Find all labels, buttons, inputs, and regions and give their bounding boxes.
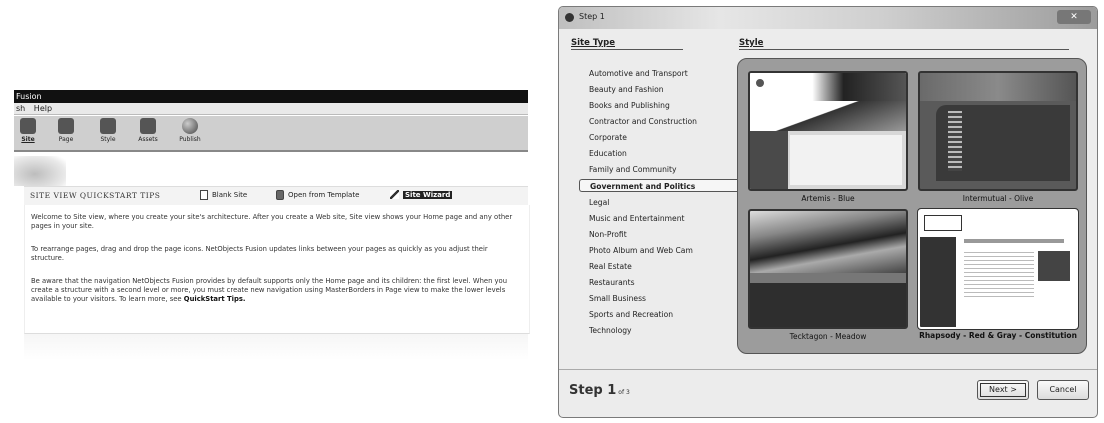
site-type-item[interactable]: Small Business <box>589 292 646 305</box>
divider <box>739 49 1069 50</box>
next-button[interactable]: Next > <box>977 380 1029 400</box>
site-canvas-graphic <box>14 156 66 186</box>
site-type-header: Site Type <box>571 38 616 48</box>
style-caption: Artemis - Blue <box>801 194 855 203</box>
site-type-item[interactable]: Education <box>589 147 627 160</box>
style-caption: Tecktagon - Meadow <box>789 332 867 341</box>
style-gallery: Artemis - Blue Intermutual - Olive Teckt… <box>737 58 1087 354</box>
assets-icon <box>140 118 156 134</box>
style-preview-image <box>748 71 908 191</box>
site-type-item[interactable]: Legal <box>589 196 609 209</box>
toolbar-publish-button[interactable]: Publish <box>178 118 202 143</box>
style-header: Style <box>739 38 764 48</box>
dialog-titlebar <box>559 7 1097 29</box>
publish-icon <box>182 118 198 134</box>
toolbar-label: Page <box>58 136 74 143</box>
site-icon <box>20 118 36 134</box>
window-title: Fusion <box>14 90 528 103</box>
tip-paragraph: Welcome to Site view, where you create y… <box>31 213 513 230</box>
style-preview-image <box>748 209 908 329</box>
site-wizard-link[interactable]: Site Wizard <box>390 190 453 199</box>
step-count: of 3 <box>618 389 630 396</box>
toolbar-label: Site <box>21 136 35 143</box>
cancel-button[interactable]: Cancel <box>1037 380 1089 400</box>
site-type-item[interactable]: Restaurants <box>589 276 635 289</box>
site-type-item[interactable]: Music and Entertainment <box>589 212 685 225</box>
tips-content: Welcome to Site view, where you create y… <box>24 205 530 334</box>
site-type-item[interactable]: Books and Publishing <box>589 99 670 112</box>
site-type-item[interactable]: Corporate <box>589 131 627 144</box>
canvas-area <box>24 334 528 360</box>
site-type-item[interactable]: Technology <box>589 324 632 337</box>
tip-paragraph: To rearrange pages, drag and drop the pa… <box>31 245 488 262</box>
step1-dialog: Step 1 ✕ Site Type Style Artemis - Blue … <box>558 6 1098 418</box>
style-caption: Intermutual - Olive <box>962 194 1034 203</box>
site-type-item[interactable]: Real Estate <box>589 260 632 273</box>
site-wizard-label: Site Wizard <box>403 190 453 199</box>
style-preview-image <box>917 208 1079 330</box>
view-toolbar: Site Page Style Assets Publish <box>14 116 528 152</box>
site-type-item[interactable]: Photo Album and Web Cam <box>589 244 693 257</box>
toolbar-label: Publish <box>179 136 201 143</box>
site-type-item[interactable]: Non-Profit <box>589 228 627 241</box>
toolbar-assets-button[interactable]: Assets <box>136 118 160 143</box>
site-type-item[interactable]: Automotive and Transport <box>589 67 688 80</box>
wand-icon <box>390 190 399 199</box>
footer-divider <box>559 369 1097 370</box>
site-type-item-selected[interactable]: Government and Politics <box>579 179 737 192</box>
toolbar-page-button[interactable]: Page <box>54 118 78 143</box>
site-type-item[interactable]: Contractor and Construction <box>589 115 697 128</box>
tip-paragraph-text: Be aware that the navigation NetObjects … <box>31 277 508 303</box>
quickstart-tips-link[interactable]: QuickStart Tips. <box>184 295 246 303</box>
site-type-item[interactable]: Family and Community <box>589 163 677 176</box>
blank-site-label: Blank Site <box>212 191 248 199</box>
style-preview-image <box>918 71 1078 191</box>
dialog-title: Step 1 <box>579 12 605 21</box>
blank-page-icon <box>200 190 208 200</box>
toolbar-style-button[interactable]: Style <box>96 118 120 143</box>
close-button[interactable]: ✕ <box>1057 10 1091 24</box>
tip-paragraph: Be aware that the navigation NetObjects … <box>31 277 521 304</box>
template-icon <box>276 190 284 200</box>
page-icon <box>58 118 74 134</box>
site-type-item[interactable]: Beauty and Fashion <box>589 83 664 96</box>
toolbar-site-button[interactable]: Site <box>16 118 40 143</box>
menu-bar: sh Help <box>14 103 528 115</box>
open-template-label: Open from Template <box>288 191 360 199</box>
site-type-item[interactable]: Sports and Recreation <box>589 308 673 321</box>
quickstart-tips-bar: SITE VIEW QUICKSTART TIPS Blank Site Ope… <box>24 186 528 206</box>
netobjects-window: Fusion sh Help Site Page Style Assets Pu… <box>14 90 530 360</box>
toolbar-label: Assets <box>138 136 158 143</box>
app-icon <box>565 13 574 22</box>
style-icon <box>100 118 116 134</box>
step-indicator: Step 1 of 3 <box>569 383 630 398</box>
menu-item-help[interactable]: Help <box>34 104 52 113</box>
open-template-link[interactable]: Open from Template <box>276 190 359 200</box>
step-label: Step 1 <box>569 383 617 398</box>
divider <box>571 49 683 50</box>
menu-item-sh[interactable]: sh <box>16 104 25 113</box>
tips-heading: SITE VIEW QUICKSTART TIPS <box>30 191 161 200</box>
style-caption: Rhapsody - Red & Gray - Constitution <box>919 331 1077 340</box>
toolbar-label: Style <box>100 136 116 143</box>
blank-site-link[interactable]: Blank Site <box>200 190 247 200</box>
